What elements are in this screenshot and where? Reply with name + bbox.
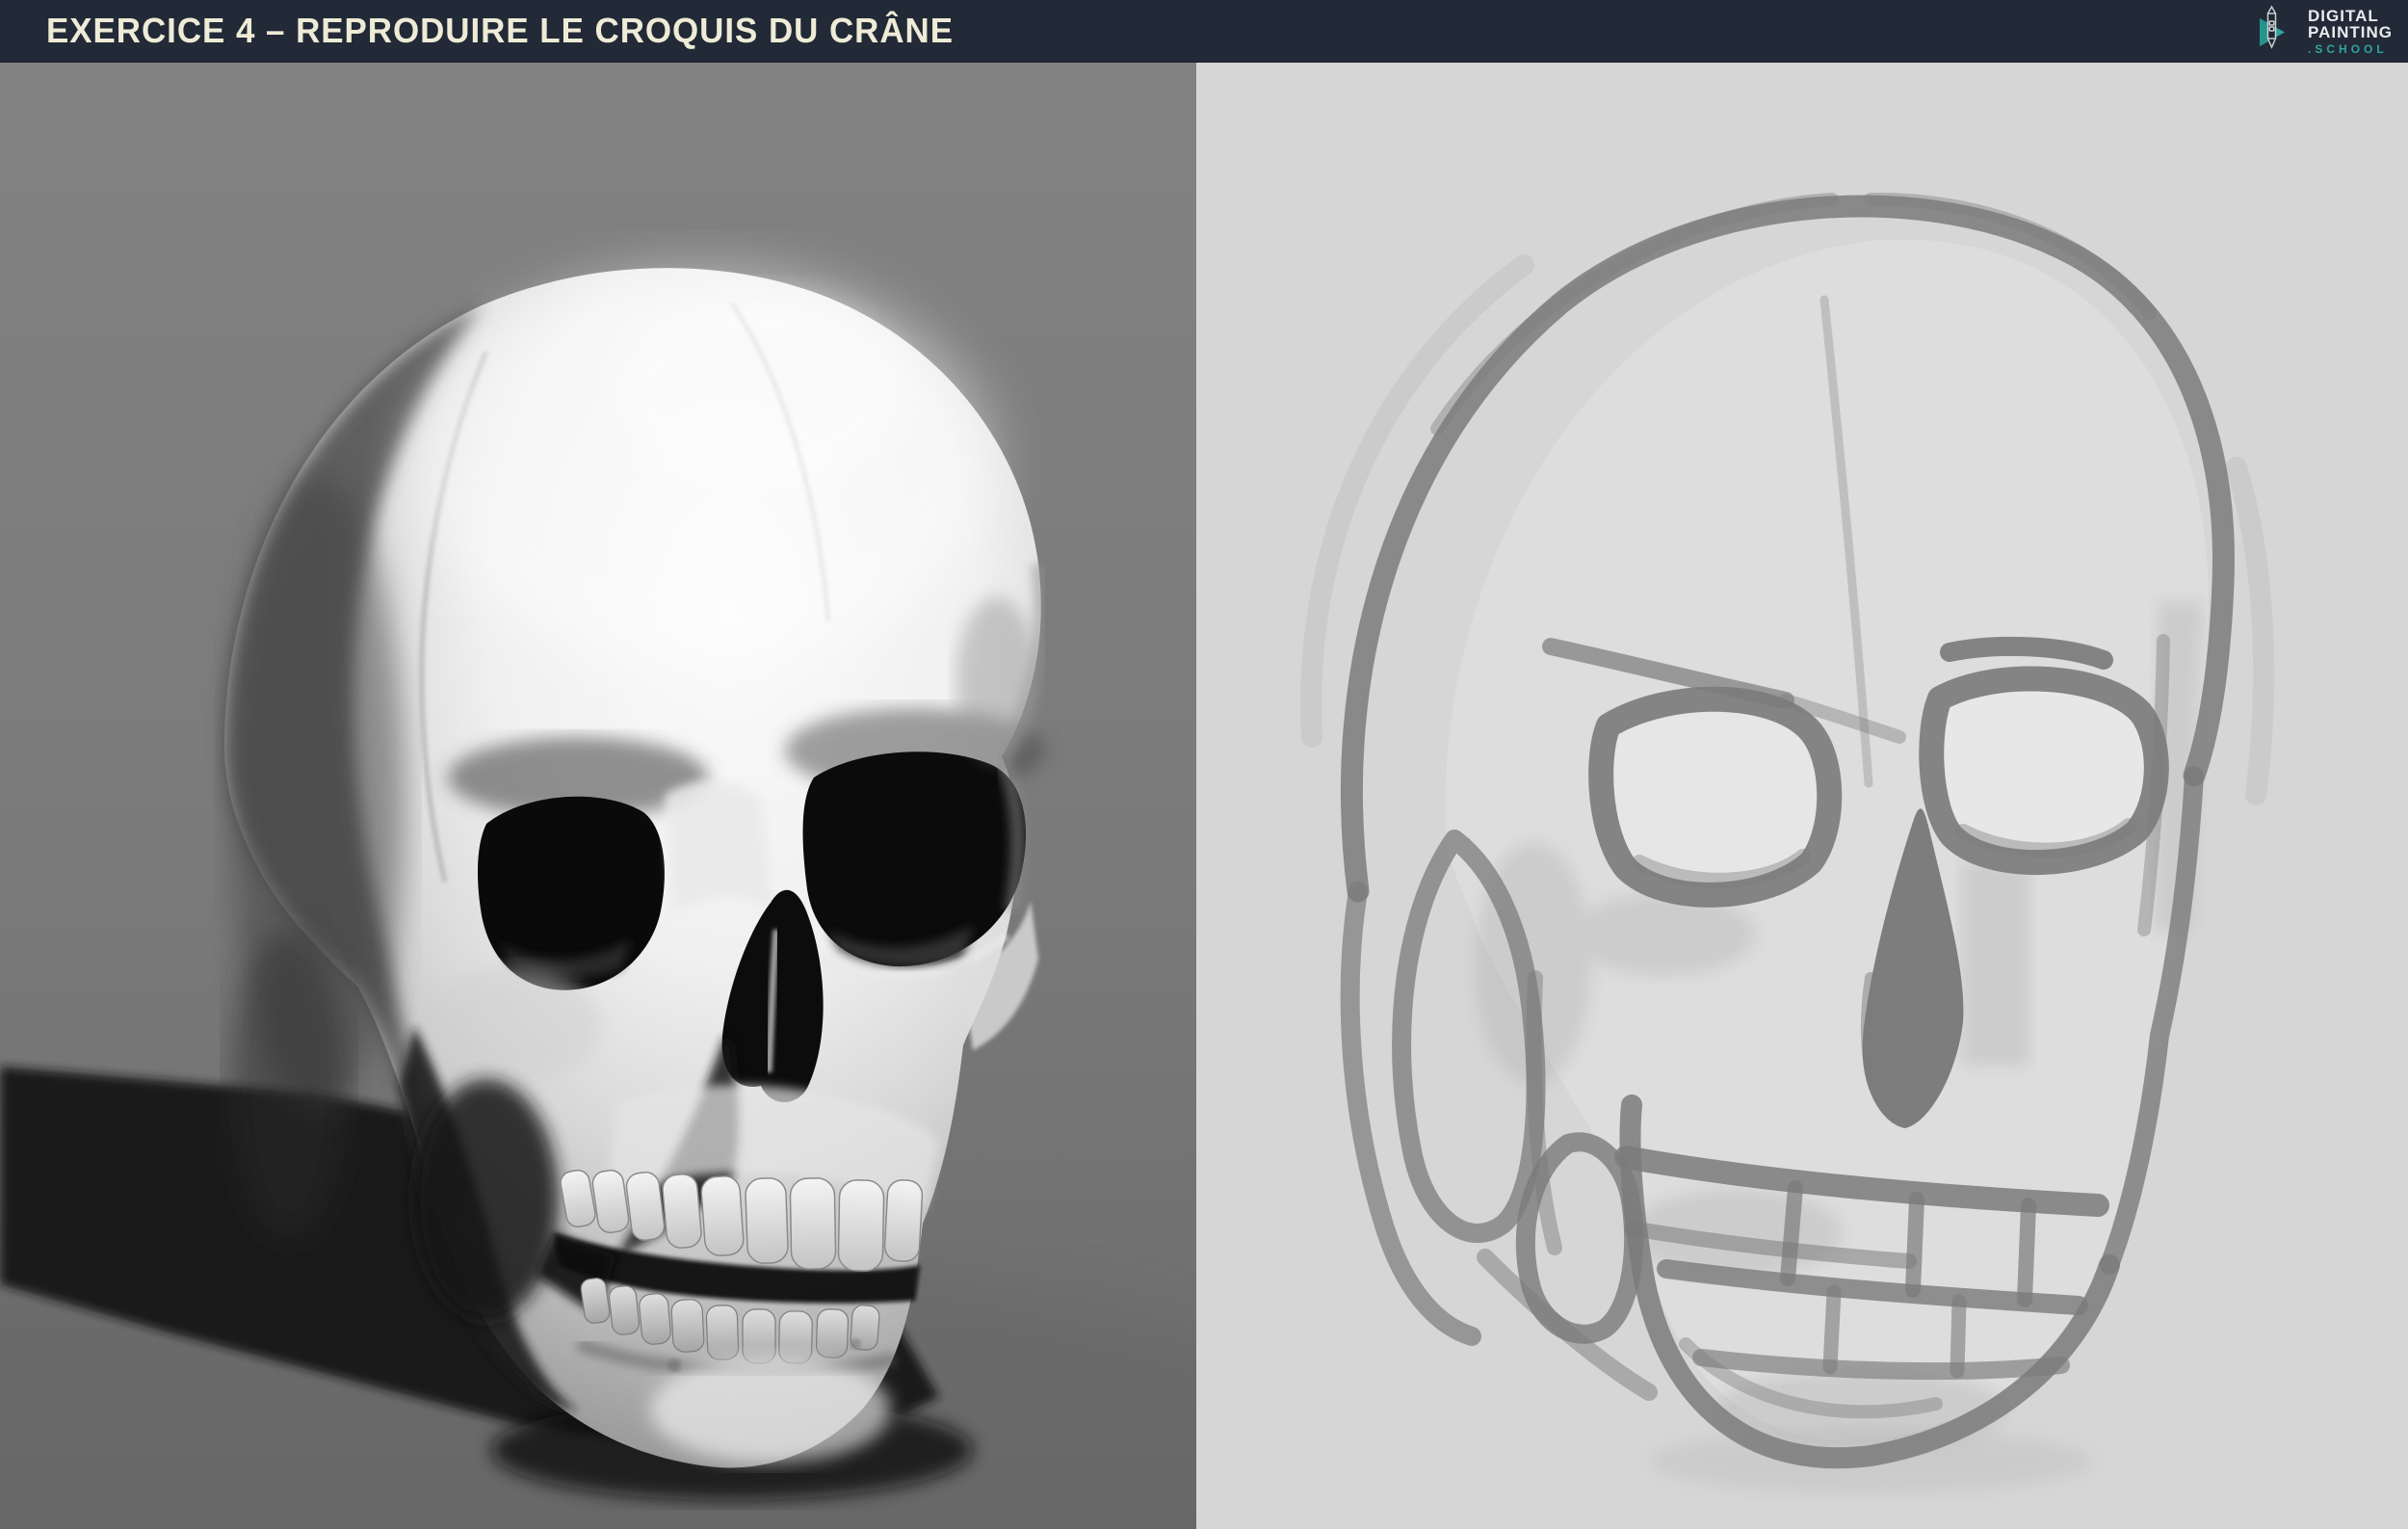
skull-render-panel (0, 63, 1196, 1529)
logo-word-painting: PAINTING (2308, 22, 2393, 41)
nasal-bridge (665, 780, 772, 915)
stylus-play-icon (2252, 4, 2302, 58)
logo-word-school: .SCHOOL (2308, 41, 2388, 56)
skull-render-image (0, 63, 1196, 1529)
logo-word-digital: DIGITAL (2308, 6, 2379, 25)
page-title: EXERCICE 4 – REPRODUIRE LE CROQUIS DU CR… (46, 11, 955, 50)
skull-sketch-panel (1196, 63, 2408, 1529)
logo-wordmark: DIGITAL PAINTING .SCHOOL (2308, 8, 2393, 55)
digital-painting-school-logo: DIGITAL PAINTING .SCHOOL (2252, 4, 2398, 58)
skull-sketch-image (1196, 63, 2408, 1529)
slide: EXERCICE 4 – REPRODUIRE LE CROQUIS DU CR… (0, 0, 2408, 1529)
app-header: EXERCICE 4 – REPRODUIRE LE CROQUIS DU CR… (0, 0, 2408, 63)
